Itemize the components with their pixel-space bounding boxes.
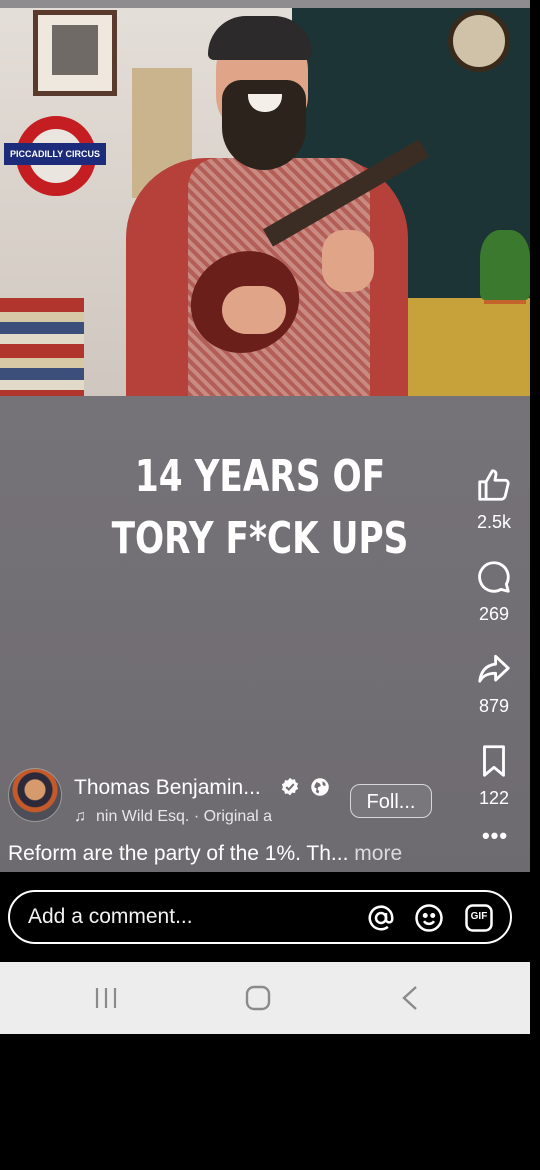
comment-button[interactable]: 269 <box>458 558 530 625</box>
author-row: Thomas Benjamin... ♫ nin Wild Esq. · Orig… <box>8 768 448 828</box>
like-button[interactable]: 2.5k <box>458 466 530 533</box>
gif-icon[interactable]: GIF <box>464 903 494 933</box>
reel-viewer[interactable]: PICCADILLY CIRCUS 14 YEARS OF TORY F*CK … <box>0 8 530 872</box>
follow-button[interactable]: Foll... <box>350 784 432 818</box>
video-person-hand-fret <box>322 230 374 292</box>
share-arrow-icon <box>478 654 510 683</box>
description-text: Reform are the party of the 1%. Th... <box>8 842 349 865</box>
at-sign-icon[interactable] <box>366 903 396 933</box>
video-frame[interactable]: PICCADILLY CIRCUS <box>0 8 530 396</box>
video-person-cap <box>208 16 312 60</box>
caption-line-2: TORY F*CK UPS <box>111 513 409 564</box>
thumbs-up-icon <box>478 469 510 501</box>
video-roundel-sign: PICCADILLY CIRCUS <box>4 143 106 165</box>
post-description[interactable]: Reform are the party of the 1%. Th... mo… <box>8 842 402 866</box>
bookmark-icon <box>483 745 505 777</box>
comment-bubble-icon <box>478 561 510 593</box>
status-strip <box>0 0 530 8</box>
gif-label: GIF <box>470 911 488 922</box>
audio-track-label: nin Wild Esq. · Original a <box>96 808 273 825</box>
author-name[interactable]: Thomas Benjamin... <box>74 776 261 800</box>
share-button[interactable]: 879 <box>458 650 530 717</box>
comment-placeholder: Add a comment... <box>28 905 193 928</box>
recent-apps-icon[interactable] <box>86 982 126 1014</box>
back-icon[interactable] <box>390 982 430 1014</box>
video-picture-frame <box>33 10 117 96</box>
smiley-icon[interactable] <box>414 903 444 933</box>
music-note-icon: ♫ <box>74 808 86 825</box>
save-button[interactable]: 122 <box>458 742 530 809</box>
verified-badge-icon <box>281 777 299 796</box>
globe-icon <box>311 778 329 796</box>
like-count: 2.5k <box>476 512 512 532</box>
video-person-hand <box>222 286 286 334</box>
share-count: 879 <box>478 696 510 716</box>
more-options-button[interactable]: ••• <box>480 825 510 847</box>
video-plant <box>480 230 530 300</box>
video-bookshelf <box>0 298 84 396</box>
description-more-link[interactable]: more <box>348 842 402 865</box>
caption-line-1: 14 YEARS OF <box>134 451 386 502</box>
home-icon[interactable] <box>238 982 278 1014</box>
comment-input[interactable]: Add a comment... GIF <box>8 890 512 944</box>
audio-track[interactable]: ♫ nin Wild Esq. · Original a <box>74 808 300 826</box>
comment-bar: Add a comment... GIF <box>0 872 530 962</box>
video-wall-clock <box>448 10 510 72</box>
video-caption: 14 YEARS OF TORY F*CK UPS <box>57 446 463 570</box>
system-navigation-bar <box>0 962 530 1034</box>
screen-edge <box>530 0 540 1035</box>
comment-count: 269 <box>478 604 510 624</box>
save-count: 122 <box>478 788 510 808</box>
avatar[interactable] <box>8 768 62 822</box>
